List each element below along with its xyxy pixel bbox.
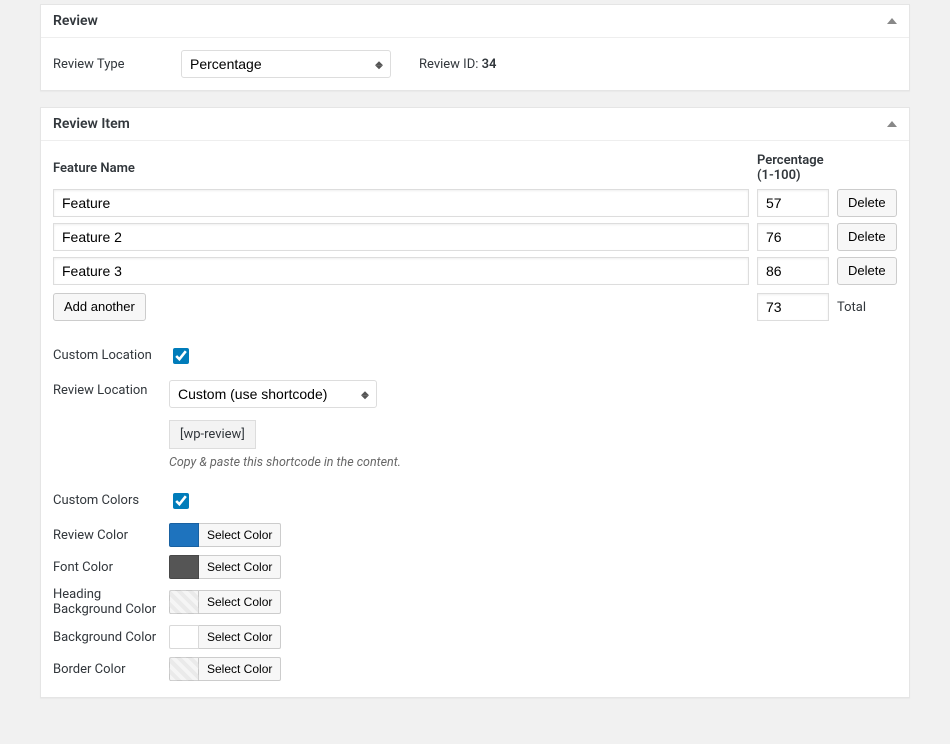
color-swatch[interactable]: [169, 523, 199, 547]
col-feature-name: Feature Name: [53, 161, 749, 176]
color-label: Review Color: [53, 528, 169, 543]
review-type-label: Review Type: [53, 57, 153, 72]
color-label: Font Color: [53, 560, 169, 575]
custom-colors-checkbox[interactable]: [173, 493, 189, 509]
delete-button[interactable]: Delete: [837, 189, 897, 217]
color-row: Border Color Select Color: [53, 653, 897, 685]
feature-row: Delete: [53, 223, 897, 251]
color-swatch[interactable]: [169, 590, 199, 614]
col-percentage: Percentage (1-100): [757, 153, 829, 183]
select-color-button[interactable]: Select Color: [199, 590, 281, 614]
feature-name-input[interactable]: [53, 257, 749, 285]
color-swatch[interactable]: [169, 555, 199, 579]
collapse-toggle-icon[interactable]: [887, 121, 897, 127]
feature-pct-input[interactable]: [757, 257, 829, 285]
custom-location-checkbox[interactable]: [173, 348, 189, 364]
review-panel-title: Review: [53, 13, 98, 29]
custom-colors-label: Custom Colors: [53, 490, 169, 508]
color-row: Background Color Select Color: [53, 621, 897, 653]
delete-button[interactable]: Delete: [837, 257, 897, 285]
select-color-button[interactable]: Select Color: [199, 555, 281, 579]
color-row: Heading Background Color Select Color: [53, 583, 897, 621]
review-id-text: Review ID: 34: [419, 57, 496, 72]
review-item-panel: Review Item Feature Name Percentage (1-1…: [40, 107, 910, 698]
review-item-title: Review Item: [53, 116, 130, 132]
feature-pct-input[interactable]: [757, 223, 829, 251]
shortcode-box[interactable]: [wp-review]: [169, 420, 256, 449]
color-label: Border Color: [53, 662, 169, 677]
color-label: Heading Background Color: [53, 587, 169, 617]
color-label: Background Color: [53, 630, 169, 645]
feature-row: Delete: [53, 189, 897, 217]
shortcode-hint: Copy & paste this shortcode in the conte…: [169, 455, 897, 470]
review-location-select[interactable]: Custom (use shortcode): [169, 380, 377, 408]
custom-location-label: Custom Location: [53, 345, 169, 363]
review-location-label: Review Location: [53, 380, 169, 398]
feature-name-input[interactable]: [53, 189, 749, 217]
review-type-select[interactable]: Percentage: [181, 50, 391, 78]
feature-row: Delete: [53, 257, 897, 285]
total-value: [757, 293, 829, 321]
add-another-button[interactable]: Add another: [53, 293, 146, 321]
collapse-toggle-icon[interactable]: [887, 18, 897, 24]
select-color-button[interactable]: Select Color: [199, 523, 281, 547]
review-panel-header[interactable]: Review: [41, 5, 909, 38]
feature-name-input[interactable]: [53, 223, 749, 251]
feature-pct-input[interactable]: [757, 189, 829, 217]
color-swatch[interactable]: [169, 657, 199, 681]
select-color-button[interactable]: Select Color: [199, 625, 281, 649]
review-type-select-wrap: Percentage: [181, 50, 391, 78]
review-panel: Review Review Type Percentage Review ID:…: [40, 4, 910, 91]
review-item-header[interactable]: Review Item: [41, 108, 909, 141]
total-label: Total: [837, 300, 897, 315]
delete-button[interactable]: Delete: [837, 223, 897, 251]
color-row: Review Color Select Color: [53, 519, 897, 551]
color-swatch[interactable]: [169, 625, 199, 649]
color-row: Font Color Select Color: [53, 551, 897, 583]
select-color-button[interactable]: Select Color: [199, 657, 281, 681]
